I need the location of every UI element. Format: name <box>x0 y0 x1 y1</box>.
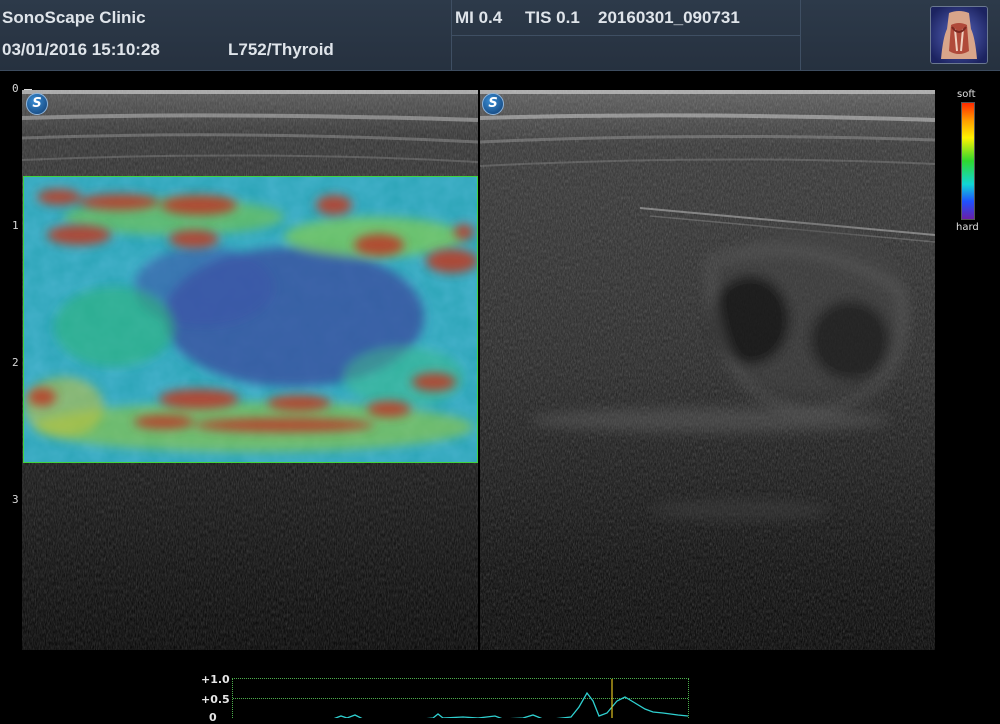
graph-label-plus-1: +1.0 <box>201 673 230 686</box>
exam-datetime: 03/01/2016 15:10:28 <box>2 40 160 59</box>
body-mark-icon[interactable] <box>930 6 988 64</box>
strain-trace <box>333 679 688 718</box>
probe-preset: L752/Thyroid <box>228 40 334 59</box>
status-header: SonoScape Clinic 03/01/2016 15:10:28 L75… <box>0 0 1000 71</box>
depth-tick-1: 1 <box>12 219 31 232</box>
depth-tick-3: 3 <box>12 493 31 506</box>
depth-tick-0: 0 <box>12 82 31 95</box>
header-divider <box>451 35 800 36</box>
depth-tick-2: 2 <box>12 356 31 369</box>
color-bar-hard-label: hard <box>956 222 979 233</box>
strain-color-bar <box>961 102 975 220</box>
strain-quality-graph <box>232 678 689 718</box>
sonoscape-logo-icon: S <box>26 93 48 115</box>
graph-label-zero: 0 <box>209 711 217 724</box>
file-id: 20160301_090731 <box>598 8 740 27</box>
bmode-pane[interactable]: S <box>480 90 935 650</box>
elastography-roi[interactable] <box>23 176 478 463</box>
graph-label-plus-0-5: +0.5 <box>201 693 230 706</box>
color-bar-soft-label: soft <box>957 89 976 100</box>
sonoscape-logo-icon: S <box>482 93 504 115</box>
header-divider <box>800 0 801 70</box>
clinic-name: SonoScape Clinic <box>2 8 146 27</box>
thermal-index: TIS 0.1 <box>525 8 580 27</box>
mechanical-index: MI 0.4 <box>455 8 503 27</box>
